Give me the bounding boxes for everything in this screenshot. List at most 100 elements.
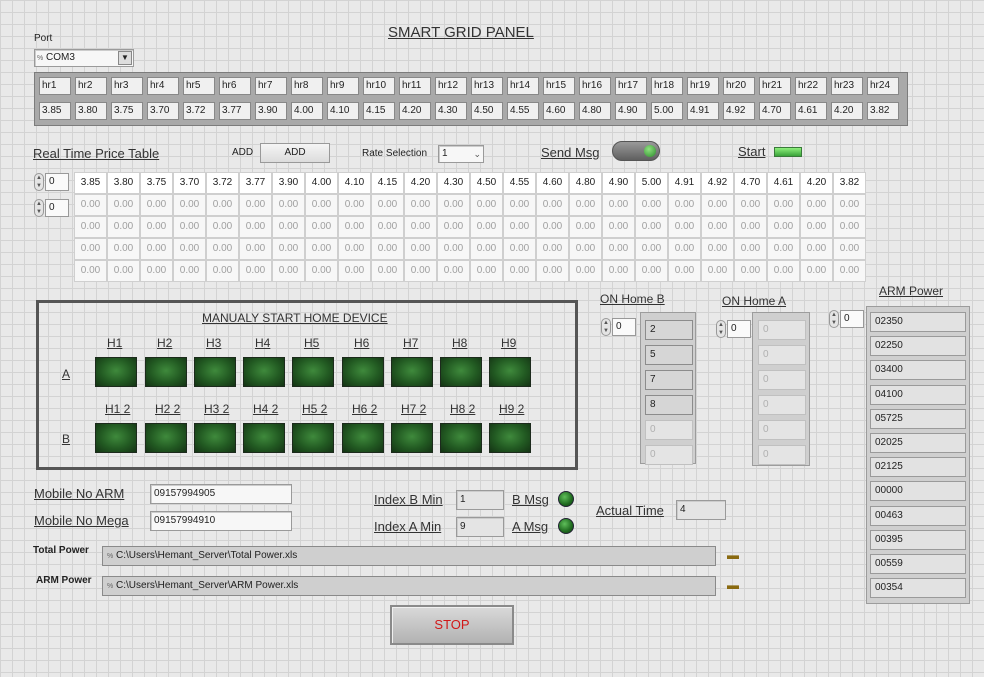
hour-value[interactable]: 4.30 xyxy=(435,102,467,120)
price-cell[interactable]: 0.00 xyxy=(800,216,833,238)
price-cell[interactable]: 3.80 xyxy=(107,172,140,194)
rate-selection-select[interactable]: 1 ⌄ xyxy=(438,145,484,163)
on-home-b-index[interactable]: 0 xyxy=(612,318,636,336)
price-cell[interactable]: 0.00 xyxy=(74,194,107,216)
price-cell[interactable]: 0.00 xyxy=(734,216,767,238)
price-cell[interactable]: 0.00 xyxy=(74,260,107,282)
price-cell[interactable]: 4.10 xyxy=(338,172,371,194)
hour-value[interactable]: 4.80 xyxy=(579,102,611,120)
price-cell[interactable]: 0.00 xyxy=(239,260,272,282)
price-cell[interactable]: 4.61 xyxy=(767,172,800,194)
hour-value[interactable]: 4.50 xyxy=(471,102,503,120)
add-button[interactable]: ADD xyxy=(260,143,330,163)
price-cell[interactable]: 0.00 xyxy=(767,194,800,216)
price-cell[interactable]: 4.30 xyxy=(437,172,470,194)
price-cell[interactable]: 0.00 xyxy=(437,260,470,282)
arm-power-item[interactable]: 00559 xyxy=(870,554,966,574)
price-cell[interactable]: 4.90 xyxy=(602,172,635,194)
price-cell[interactable]: 0.00 xyxy=(173,194,206,216)
price-cell[interactable]: 0.00 xyxy=(371,216,404,238)
hour-value[interactable]: 4.60 xyxy=(543,102,575,120)
list-item[interactable]: 0 xyxy=(758,320,806,340)
price-cell[interactable]: 0.00 xyxy=(833,216,866,238)
price-cell[interactable]: 0.00 xyxy=(239,238,272,260)
price-cell[interactable]: 0.00 xyxy=(503,238,536,260)
hour-value[interactable]: 5.00 xyxy=(651,102,683,120)
price-cell[interactable]: 0.00 xyxy=(767,238,800,260)
price-cell[interactable]: 0.00 xyxy=(569,238,602,260)
price-cell[interactable]: 0.00 xyxy=(338,216,371,238)
price-cell[interactable]: 0.00 xyxy=(305,260,338,282)
price-cell[interactable]: 3.72 xyxy=(206,172,239,194)
price-cell[interactable]: 0.00 xyxy=(602,216,635,238)
col-index[interactable]: 0 xyxy=(45,199,69,217)
price-cell[interactable]: 0.00 xyxy=(470,260,503,282)
price-cell[interactable]: 0.00 xyxy=(833,260,866,282)
device-b-button[interactable] xyxy=(194,423,236,453)
arm-power-item[interactable]: 03400 xyxy=(870,360,966,381)
price-cell[interactable]: 0.00 xyxy=(272,216,305,238)
list-item[interactable]: 0 xyxy=(758,420,806,440)
arm-power-item[interactable]: 04100 xyxy=(870,384,966,405)
arm-power-file-path[interactable]: % C:\Users\Hemant_Server\ARM Power.xls xyxy=(102,576,716,596)
on-home-a-index[interactable]: 0 xyxy=(727,320,751,338)
price-cell[interactable]: 0.00 xyxy=(305,238,338,260)
device-b-button[interactable] xyxy=(391,423,433,453)
device-b-button[interactable] xyxy=(440,423,482,453)
row-index-spinner[interactable]: ▲ ▼ xyxy=(34,173,44,191)
list-item[interactable]: 0 xyxy=(758,395,806,415)
price-cell[interactable]: 0.00 xyxy=(635,238,668,260)
price-cell[interactable]: 4.20 xyxy=(800,172,833,194)
price-cell[interactable]: 0.00 xyxy=(107,238,140,260)
hour-value[interactable]: 4.91 xyxy=(687,102,719,120)
arm-power-item[interactable]: 00463 xyxy=(870,505,966,526)
price-cell[interactable]: 0.00 xyxy=(569,216,602,238)
price-cell[interactable]: 0.00 xyxy=(404,216,437,238)
hour-value[interactable]: 4.90 xyxy=(615,102,647,120)
hour-value[interactable]: 4.15 xyxy=(363,102,395,120)
hour-value[interactable]: 3.85 xyxy=(39,102,71,120)
price-cell[interactable]: 0.00 xyxy=(503,260,536,282)
price-cell[interactable]: 0.00 xyxy=(734,238,767,260)
price-cell[interactable]: 0.00 xyxy=(668,260,701,282)
price-cell[interactable]: 0.00 xyxy=(371,238,404,260)
arm-power-item[interactable]: 02125 xyxy=(870,457,966,478)
price-cell[interactable]: 0.00 xyxy=(371,260,404,282)
price-cell[interactable]: 0.00 xyxy=(206,260,239,282)
price-cell[interactable]: 4.91 xyxy=(668,172,701,194)
price-cell[interactable]: 4.20 xyxy=(404,172,437,194)
total-power-path[interactable]: % C:\Users\Hemant_Server\Total Power.xls xyxy=(102,546,716,566)
price-cell[interactable]: 0.00 xyxy=(470,194,503,216)
price-cell[interactable]: 4.92 xyxy=(701,172,734,194)
price-cell[interactable]: 3.90 xyxy=(272,172,305,194)
device-b-button[interactable] xyxy=(489,423,531,453)
device-a-button[interactable] xyxy=(391,357,433,387)
price-cell[interactable]: 0.00 xyxy=(668,194,701,216)
price-cell[interactable]: 0.00 xyxy=(668,238,701,260)
price-cell[interactable]: 0.00 xyxy=(107,216,140,238)
list-item[interactable]: 7 xyxy=(645,370,693,390)
price-cell[interactable]: 0.00 xyxy=(602,238,635,260)
price-cell[interactable]: 0.00 xyxy=(800,194,833,216)
price-cell[interactable]: 0.00 xyxy=(305,194,338,216)
on-home-a-spinner[interactable]: ▲ ▼ xyxy=(716,320,726,338)
arm-power-item[interactable]: 02250 xyxy=(870,336,966,357)
device-a-button[interactable] xyxy=(243,357,285,387)
mobile-arm-field[interactable]: 09157994905 xyxy=(150,484,292,504)
price-cell[interactable]: 0.00 xyxy=(536,260,569,282)
price-cell[interactable]: 0.00 xyxy=(767,260,800,282)
price-cell[interactable]: 0.00 xyxy=(239,194,272,216)
price-cell[interactable]: 0.00 xyxy=(338,194,371,216)
arm-power-index[interactable]: 0 xyxy=(840,310,864,328)
device-a-button[interactable] xyxy=(489,357,531,387)
price-cell[interactable]: 0.00 xyxy=(338,260,371,282)
price-cell[interactable]: 4.15 xyxy=(371,172,404,194)
price-cell[interactable]: 0.00 xyxy=(569,194,602,216)
list-item[interactable]: 5 xyxy=(645,345,693,365)
port-select[interactable]: % COM3 ▼ xyxy=(34,49,134,67)
price-cell[interactable]: 0.00 xyxy=(206,238,239,260)
hour-value[interactable]: 4.61 xyxy=(795,102,827,120)
col-index-spinner[interactable]: ▲ ▼ xyxy=(34,199,44,217)
list-item[interactable]: 0 xyxy=(758,345,806,365)
arm-power-item[interactable]: 02025 xyxy=(870,433,966,453)
